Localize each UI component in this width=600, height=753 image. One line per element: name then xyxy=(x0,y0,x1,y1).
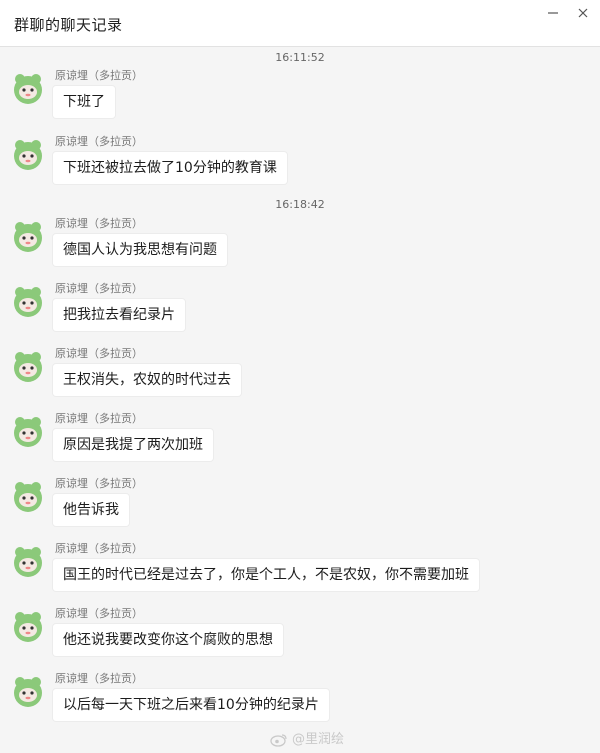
avatar-icon xyxy=(14,612,42,642)
message-item: 原谅埋（多拉贡） 下班还被拉去做了10分钟的教育课 xyxy=(0,133,600,197)
window-title: 群聊的聊天记录 xyxy=(14,16,123,34)
minimize-icon xyxy=(548,12,558,14)
sender-name: 原谅埋（多拉贡） xyxy=(55,282,143,295)
message-bubble[interactable]: 德国人认为我思想有问题 xyxy=(53,234,227,266)
sender-name: 原谅埋（多拉贡） xyxy=(55,217,143,230)
sender-name: 原谅埋（多拉贡） xyxy=(55,542,143,555)
message-bubble[interactable]: 以后每一天下班之后来看10分钟的纪录片 xyxy=(53,689,329,721)
sender-name: 原谅埋（多拉贡） xyxy=(55,477,143,490)
sender-name: 原谅埋（多拉贡） xyxy=(55,347,143,360)
message-item: 原谅埋（多拉贡） 原因是我提了两次加班 xyxy=(0,410,600,474)
message-item: 原谅埋（多拉贡） 国王的时代已经是过去了，你是个工人，不是农奴，你不需要加班 xyxy=(0,540,600,604)
message-item: 原谅埋（多拉贡） 德国人认为我思想有问题 xyxy=(0,215,600,279)
timestamp: 16:18:42 xyxy=(275,198,325,211)
minimize-button[interactable] xyxy=(546,6,562,22)
message-bubble[interactable]: 原因是我提了两次加班 xyxy=(53,429,213,461)
sender-name: 原谅埋（多拉贡） xyxy=(55,672,143,685)
message-bubble[interactable]: 下班了 xyxy=(53,86,115,118)
sender-name: 原谅埋（多拉贡） xyxy=(55,412,143,425)
close-icon xyxy=(578,8,588,18)
message-item: 原谅埋（多拉贡） 王权消失，农奴的时代过去 xyxy=(0,345,600,409)
watermark: @里润绘 xyxy=(270,728,344,747)
message-item: 原谅埋（多拉贡） 他告诉我 xyxy=(0,475,600,539)
avatar-icon xyxy=(14,222,42,252)
message-bubble[interactable]: 把我拉去看纪录片 xyxy=(53,299,185,331)
message-bubble[interactable]: 下班还被拉去做了10分钟的教育课 xyxy=(53,152,287,184)
message-item: 原谅埋（多拉贡） 以后每一天下班之后来看10分钟的纪录片 xyxy=(0,670,600,734)
avatar-icon xyxy=(14,677,42,707)
message-item: 原谅埋（多拉贡） 把我拉去看纪录片 xyxy=(0,280,600,344)
chat-list[interactable]: 16:11:52 原谅埋（多拉贡） 下班了 原谅埋（多拉贡） 下班还被拉去做了1… xyxy=(0,47,600,753)
avatar-icon xyxy=(14,74,42,104)
message-item: 原谅埋（多拉贡） 他还说我要改变你这个腐败的思想 xyxy=(0,605,600,669)
avatar-icon xyxy=(14,547,42,577)
sender-name: 原谅埋（多拉贡） xyxy=(55,135,143,148)
avatar-icon xyxy=(14,287,42,317)
timestamp: 16:11:52 xyxy=(275,51,325,64)
watermark-text: @里润绘 xyxy=(292,732,345,747)
chat-history-window: 群聊的聊天记录 16:11:52 原谅埋（多拉贡） 下班了 原谅埋（多拉贡） 下… xyxy=(0,0,600,753)
avatar-icon xyxy=(14,140,42,170)
avatar-icon xyxy=(14,352,42,382)
close-button[interactable] xyxy=(576,6,592,22)
message-bubble[interactable]: 国王的时代已经是过去了，你是个工人，不是农奴，你不需要加班 xyxy=(53,559,479,591)
avatar-icon xyxy=(14,417,42,447)
title-bar: 群聊的聊天记录 xyxy=(0,0,600,47)
message-bubble[interactable]: 他还说我要改变你这个腐败的思想 xyxy=(53,624,283,656)
sender-name: 原谅埋（多拉贡） xyxy=(55,607,143,620)
message-item: 原谅埋（多拉贡） 下班了 xyxy=(0,67,600,131)
weibo-icon xyxy=(270,733,287,747)
message-bubble[interactable]: 他告诉我 xyxy=(53,494,129,526)
message-bubble[interactable]: 王权消失，农奴的时代过去 xyxy=(53,364,241,396)
sender-name: 原谅埋（多拉贡） xyxy=(55,69,143,82)
avatar-icon xyxy=(14,482,42,512)
